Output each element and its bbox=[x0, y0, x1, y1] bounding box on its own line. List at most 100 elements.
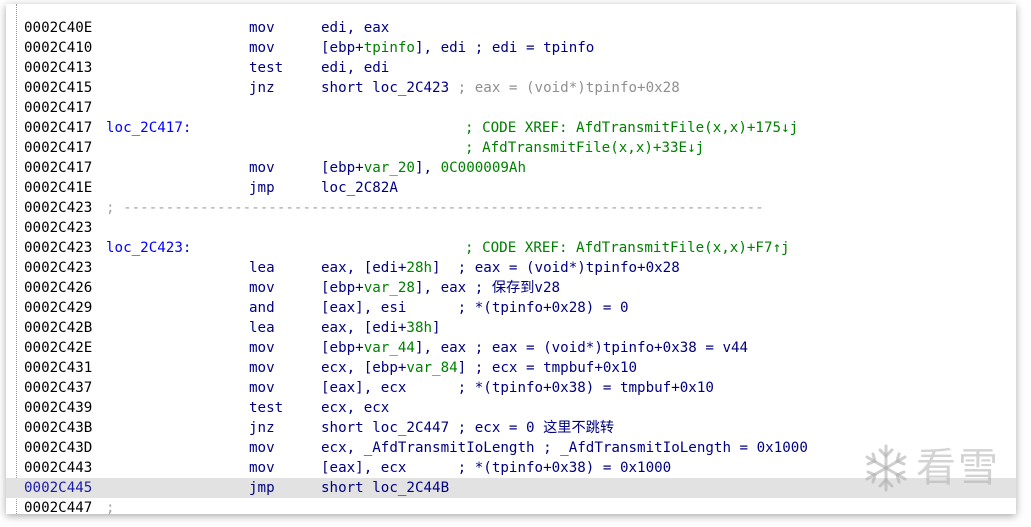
code-line[interactable]: 0002C413 test edi, edi bbox=[6, 58, 1016, 78]
instruction-operands: short loc_2C423 ; eax = (void*)tpinfo+0x… bbox=[321, 78, 680, 98]
code-line[interactable]: 0002C443 mov [eax], ecx ; *(tpinfo+0x38) =… bbox=[6, 458, 1016, 478]
code-line[interactable]: 0002C426 mov [ebp+var_28], eax ; 保存到v28 bbox=[6, 278, 1016, 298]
code-line[interactable]: 0002C417 mov [ebp+var_20], 0C000009Ah bbox=[6, 158, 1016, 178]
line-address: 0002C437 bbox=[24, 380, 93, 396]
operand-text: ], bbox=[414, 160, 441, 176]
line-address: 0002C40E bbox=[24, 20, 93, 36]
line-address: 0002C431 bbox=[24, 360, 93, 376]
code-line[interactable]: 0002C417 ; AfdTransmitFile(x,x)+33E↓j bbox=[6, 138, 1016, 158]
operand-text: [eax], esi ; *(tpinfo+0x28) = 0 bbox=[321, 300, 629, 316]
line-address: 0002C417 bbox=[24, 100, 93, 116]
line-address: 0002C43B bbox=[24, 420, 93, 436]
operand-text: short loc_2C447 ; ecx = 0 这里不跳转 bbox=[321, 420, 615, 436]
instruction-operands: edi, eax bbox=[321, 18, 389, 38]
line-address: 0002C423 bbox=[24, 260, 93, 276]
instruction-mnemonic: mov bbox=[249, 360, 275, 376]
operand-text: ] ; ecx = tmpbuf+0x10 bbox=[457, 360, 638, 376]
code-line[interactable]: 0002C417 bbox=[6, 98, 1016, 118]
instruction-operands: ecx, _AfdTransmitIoLength ; _AfdTransmit… bbox=[321, 438, 808, 458]
line-address: 0002C445 bbox=[24, 480, 93, 496]
instruction-mnemonic: and bbox=[249, 300, 275, 316]
operand-variable[interactable]: 28h bbox=[406, 260, 432, 276]
operand-variable[interactable]: tpinfo bbox=[364, 40, 415, 56]
line-address: 0002C443 bbox=[24, 460, 93, 476]
code-line[interactable]: 0002C43B jnz short loc_2C447 ; ecx = 0 这里不… bbox=[6, 418, 1016, 438]
code-line[interactable]: 0002C423 loc_2C423: ; CODE XREF: AfdTransm… bbox=[6, 238, 1016, 258]
code-line[interactable]: 0002C437 mov [eax], ecx ; *(tpinfo+0x38) =… bbox=[6, 378, 1016, 398]
line-address: 0002C413 bbox=[24, 60, 93, 76]
operand-text: [eax], ecx ; *(tpinfo+0x38) = tmpbuf+0x1… bbox=[321, 380, 714, 396]
instruction-operands: short loc_2C44B bbox=[321, 478, 449, 498]
line-address: 0002C417 bbox=[24, 120, 93, 136]
operand-text: loc_2C82A bbox=[321, 180, 398, 196]
operand-text: [ebp+ bbox=[321, 280, 364, 296]
operand-text: eax, [edi+ bbox=[321, 320, 407, 336]
line-address: 0002C417 bbox=[24, 140, 93, 156]
separator-comment: ; bbox=[106, 500, 115, 514]
operand-variable[interactable]: 38h bbox=[406, 320, 432, 336]
operand-text: short loc_2C44B bbox=[321, 480, 450, 496]
code-label[interactable]: loc_2C423: bbox=[106, 238, 191, 258]
instruction-mnemonic: mov bbox=[249, 340, 275, 356]
code-line[interactable]: 0002C431 mov ecx, [ebp+var_84] ; ecx = tmp… bbox=[6, 358, 1016, 378]
operand-text: [ebp+ bbox=[321, 340, 364, 356]
instruction-operands: [ebp+var_20], 0C000009Ah bbox=[321, 158, 526, 178]
code-line[interactable]: 0002C429 and [eax], esi ; *(tpinfo+0x28) =… bbox=[6, 298, 1016, 318]
operand-variable[interactable]: var_44 bbox=[364, 340, 415, 356]
instruction-mnemonic: jnz bbox=[249, 80, 275, 96]
operand-text: short loc_2C423 bbox=[321, 80, 450, 96]
instruction-mnemonic: lea bbox=[249, 320, 275, 336]
line-address: 0002C426 bbox=[24, 280, 93, 296]
code-line[interactable]: 0002C43D mov ecx, _AfdTransmitIoLength ; _… bbox=[6, 438, 1016, 458]
instruction-mnemonic: mov bbox=[249, 440, 275, 456]
code-line[interactable]: 0002C423 bbox=[6, 218, 1016, 238]
line-address: 0002C439 bbox=[24, 400, 93, 416]
instruction-operands: eax, [edi+38h] bbox=[321, 318, 441, 338]
disassembly-view[interactable]: 0002C40E mov edi, eax 0002C410 mov [ebp+tpinf… bbox=[6, 4, 1016, 514]
operand-text: ecx, [ebp+ bbox=[321, 360, 407, 376]
code-line[interactable]: 0002C417 loc_2C417: ; CODE XREF: AfdTransm… bbox=[6, 118, 1016, 138]
instruction-mnemonic: jmp bbox=[249, 180, 275, 196]
instruction-mnemonic: lea bbox=[249, 260, 275, 276]
code-line[interactable]: 0002C447; bbox=[6, 498, 1016, 514]
instruction-mnemonic: jmp bbox=[249, 480, 275, 496]
instruction-operands: [ebp+var_44], eax ; eax = (void*)tpinfo+… bbox=[321, 338, 748, 358]
code-line[interactable]: 0002C42E mov [ebp+var_44], eax ; eax = (vo… bbox=[6, 338, 1016, 358]
line-address: 0002C423 bbox=[24, 240, 93, 256]
code-line[interactable]: 0002C423 lea eax, [edi+28h] ; eax = (void*… bbox=[6, 258, 1016, 278]
instruction-operands: [eax], esi ; *(tpinfo+0x28) = 0 bbox=[321, 298, 629, 318]
instruction-operands: [ebp+var_28], eax ; 保存到v28 bbox=[321, 278, 560, 298]
operand-text: ; eax = (void*)tpinfo+0x28 bbox=[449, 80, 680, 96]
instruction-operands: edi, edi bbox=[321, 58, 389, 78]
code-line[interactable]: 0002C42B lea eax, [edi+38h] bbox=[6, 318, 1016, 338]
line-address: 0002C42B bbox=[24, 320, 93, 336]
instruction-mnemonic: mov bbox=[249, 280, 275, 296]
line-address: 0002C415 bbox=[24, 80, 93, 96]
operand-text: [eax], ecx ; *(tpinfo+0x38) = 0x1000 bbox=[321, 460, 672, 476]
code-line[interactable]: 0002C40E mov edi, eax bbox=[6, 18, 1016, 38]
code-line[interactable]: 0002C415 jnz short loc_2C423 ; eax = (void… bbox=[6, 78, 1016, 98]
operand-variable[interactable]: var_20 bbox=[364, 160, 415, 176]
line-address: 0002C410 bbox=[24, 40, 93, 56]
line-address: 0002C423 bbox=[24, 220, 93, 236]
line-address: 0002C429 bbox=[24, 300, 93, 316]
instruction-operands: [eax], ecx ; *(tpinfo+0x38) = tmpbuf+0x1… bbox=[321, 378, 714, 398]
code-label[interactable]: loc_2C417: bbox=[106, 118, 191, 138]
line-address: 0002C41E bbox=[24, 180, 93, 196]
instruction-mnemonic: mov bbox=[249, 380, 275, 396]
xref-comment: ; CODE XREF: AfdTransmitFile(x,x)+175↓j bbox=[465, 120, 799, 136]
current-code-line[interactable]: 0002C445 jmp short loc_2C44B bbox=[6, 478, 1016, 498]
operand-variable[interactable]: var_84 bbox=[406, 360, 457, 376]
code-line[interactable]: 0002C423 ; ------------------------------… bbox=[6, 198, 1016, 218]
operand-text: edi, eax bbox=[321, 20, 390, 36]
operand-variable[interactable]: var_28 bbox=[364, 280, 415, 296]
operand-text: ], eax ; 保存到v28 bbox=[414, 280, 561, 296]
code-line[interactable]: 0002C41E jmp loc_2C82A bbox=[6, 178, 1016, 198]
code-line[interactable]: 0002C439 test ecx, ecx bbox=[6, 398, 1016, 418]
instruction-operands: [ebp+tpinfo], edi ; edi = tpinfo bbox=[321, 38, 594, 58]
instruction-mnemonic: jnz bbox=[249, 420, 275, 436]
instruction-operands: loc_2C82A bbox=[321, 178, 398, 198]
code-line[interactable]: 0002C410 mov [ebp+tpinfo], edi ; edi = tpi… bbox=[6, 38, 1016, 58]
instruction-mnemonic: mov bbox=[249, 160, 275, 176]
operand-variable[interactable]: 0C000009Ah bbox=[441, 160, 526, 176]
